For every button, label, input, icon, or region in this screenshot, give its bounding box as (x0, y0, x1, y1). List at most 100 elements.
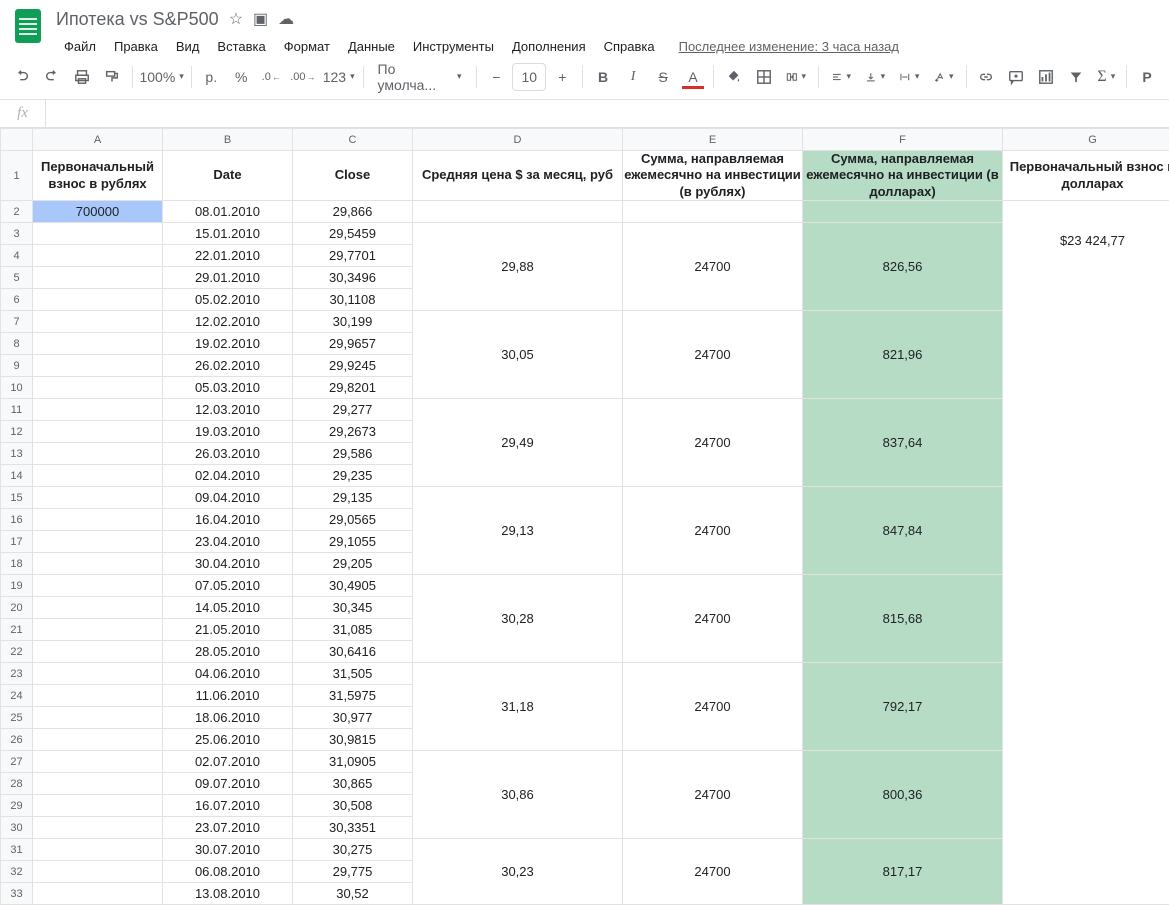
row-header[interactable]: 15 (1, 487, 33, 509)
format-currency-button[interactable]: р. (197, 63, 225, 91)
menu-формат[interactable]: Формат (276, 35, 338, 58)
cell-F2[interactable] (803, 201, 1003, 223)
cell-C15[interactable]: 29,135 (293, 487, 413, 509)
cell-E15[interactable]: 24700 (623, 487, 803, 575)
format-percent-button[interactable]: % (227, 63, 255, 91)
cell-A10[interactable] (33, 377, 163, 399)
cell-C9[interactable]: 29,9245 (293, 355, 413, 377)
row-header[interactable]: 8 (1, 333, 33, 355)
row-header[interactable]: 25 (1, 707, 33, 729)
cell-C23[interactable]: 31,505 (293, 663, 413, 685)
cell-B30[interactable]: 23.07.2010 (163, 817, 293, 839)
cell-D31[interactable]: 30,23 (413, 839, 623, 905)
cell-C27[interactable]: 31,0905 (293, 751, 413, 773)
move-to-drive-icon[interactable]: ▣ (253, 9, 268, 29)
cell-A28[interactable] (33, 773, 163, 795)
cell-B17[interactable]: 23.04.2010 (163, 531, 293, 553)
cell-B19[interactable]: 07.05.2010 (163, 575, 293, 597)
cell-A31[interactable] (33, 839, 163, 861)
header-cell-D[interactable]: Средняя цена $ за месяц, руб (413, 151, 623, 201)
cell-C5[interactable]: 30,3496 (293, 267, 413, 289)
cell-C18[interactable]: 29,205 (293, 553, 413, 575)
row-header[interactable]: 2 (1, 201, 33, 223)
filter-button[interactable] (1062, 63, 1090, 91)
insert-link-button[interactable] (972, 63, 1000, 91)
cell-B8[interactable]: 19.02.2010 (163, 333, 293, 355)
row-header[interactable]: 10 (1, 377, 33, 399)
row-header[interactable]: 22 (1, 641, 33, 663)
cell-C17[interactable]: 29,1055 (293, 531, 413, 553)
cell-A16[interactable] (33, 509, 163, 531)
text-rotation-button[interactable] (927, 63, 959, 91)
cell-A17[interactable] (33, 531, 163, 553)
col-header-B[interactable]: B (163, 129, 293, 151)
cell-A5[interactable] (33, 267, 163, 289)
cell-B10[interactable]: 05.03.2010 (163, 377, 293, 399)
row-header[interactable]: 31 (1, 839, 33, 861)
cell-D23[interactable]: 31,18 (413, 663, 623, 751)
borders-button[interactable] (750, 63, 778, 91)
cell-A30[interactable] (33, 817, 163, 839)
cell-F15[interactable]: 847,84 (803, 487, 1003, 575)
row-header[interactable]: 17 (1, 531, 33, 553)
cell-A7[interactable] (33, 311, 163, 333)
cell-C8[interactable]: 29,9657 (293, 333, 413, 355)
cell-A29[interactable] (33, 795, 163, 817)
cell-B11[interactable]: 12.03.2010 (163, 399, 293, 421)
cell-B14[interactable]: 02.04.2010 (163, 465, 293, 487)
row-header[interactable]: 33 (1, 883, 33, 905)
cell-B7[interactable]: 12.02.2010 (163, 311, 293, 333)
cell-C22[interactable]: 30,6416 (293, 641, 413, 663)
horizontal-align-button[interactable] (825, 63, 857, 91)
cell-A20[interactable] (33, 597, 163, 619)
italic-button[interactable]: I (619, 63, 647, 91)
cell-C24[interactable]: 31,5975 (293, 685, 413, 707)
font-size-input[interactable]: 10 (512, 63, 546, 91)
cell-E7[interactable]: 24700 (623, 311, 803, 399)
row-header[interactable]: 11 (1, 399, 33, 421)
cell-B32[interactable]: 06.08.2010 (163, 861, 293, 883)
col-header-C[interactable]: C (293, 129, 413, 151)
cell-D11[interactable]: 29,49 (413, 399, 623, 487)
cell-C26[interactable]: 30,9815 (293, 729, 413, 751)
cell-A9[interactable] (33, 355, 163, 377)
row-header[interactable]: 30 (1, 817, 33, 839)
cell-B33[interactable]: 13.08.2010 (163, 883, 293, 905)
cell-A18[interactable] (33, 553, 163, 575)
merge-cells-button[interactable] (780, 63, 812, 91)
last-change-link[interactable]: Последнее изменение: 3 часа назад (679, 39, 899, 54)
cloud-status-icon[interactable]: ☁ (278, 9, 294, 29)
star-icon[interactable]: ☆ (229, 9, 243, 29)
formula-input[interactable] (46, 100, 1169, 127)
cell-F31[interactable]: 817,17 (803, 839, 1003, 905)
cell-B3[interactable]: 15.01.2010 (163, 223, 293, 245)
row-header[interactable]: 21 (1, 619, 33, 641)
cell-C29[interactable]: 30,508 (293, 795, 413, 817)
header-cell-G[interactable]: Первоначальный взнос в долларах (1003, 151, 1169, 201)
row-header[interactable]: 29 (1, 795, 33, 817)
cell-A25[interactable] (33, 707, 163, 729)
doc-title[interactable]: Ипотека vs S&P500 (56, 9, 219, 30)
row-header[interactable]: 19 (1, 575, 33, 597)
font-size-increase[interactable]: + (548, 63, 576, 91)
row-header[interactable]: 24 (1, 685, 33, 707)
cell-B15[interactable]: 09.04.2010 (163, 487, 293, 509)
cell-D3[interactable]: 29,88 (413, 223, 623, 311)
cell-C11[interactable]: 29,277 (293, 399, 413, 421)
cell-C28[interactable]: 30,865 (293, 773, 413, 795)
cell-C32[interactable]: 29,775 (293, 861, 413, 883)
spreadsheet-grid[interactable]: ABCDEFG 1Первоначальный взнос в рубляхDa… (0, 128, 1169, 905)
row-header[interactable]: 27 (1, 751, 33, 773)
strikethrough-button[interactable]: S (649, 63, 677, 91)
header-cell-B[interactable]: Date (163, 151, 293, 201)
menu-данные[interactable]: Данные (340, 35, 403, 58)
row-header[interactable]: 12 (1, 421, 33, 443)
font-size-decrease[interactable]: − (482, 63, 510, 91)
text-wrap-button[interactable] (893, 63, 925, 91)
cell-F23[interactable]: 792,17 (803, 663, 1003, 751)
col-header-F[interactable]: F (803, 129, 1003, 151)
cell-A3[interactable] (33, 223, 163, 245)
cell-A14[interactable] (33, 465, 163, 487)
cell-A27[interactable] (33, 751, 163, 773)
bold-button[interactable]: B (589, 63, 617, 91)
